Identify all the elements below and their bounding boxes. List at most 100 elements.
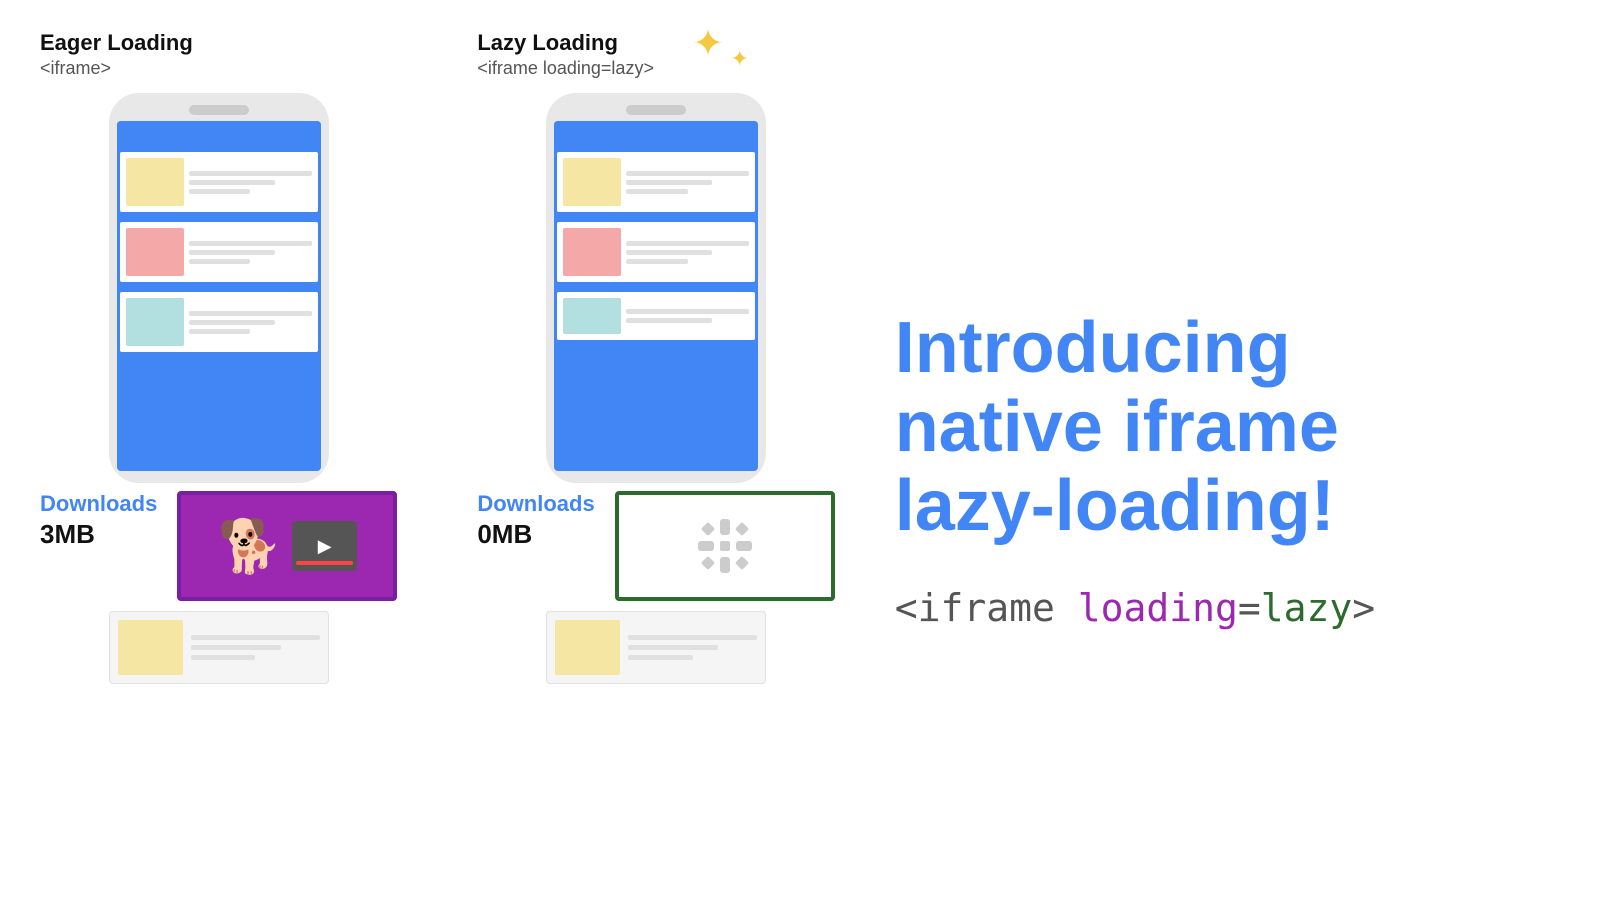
code-snippet: <iframe loading=lazy> xyxy=(895,586,1560,630)
card-1-image xyxy=(126,158,184,206)
lazy-subtitle: <iframe loading=lazy> xyxy=(477,58,654,79)
eager-phone xyxy=(109,93,329,483)
phone-notch-lazy xyxy=(626,105,686,115)
dog-icon: 🐕 xyxy=(217,516,282,577)
line3 xyxy=(628,655,693,660)
purple-content: 🐕 ▶ xyxy=(181,495,393,597)
eager-loading-column: Eager Loading <iframe> xyxy=(40,30,397,889)
line1 xyxy=(626,241,749,246)
lazy-phone xyxy=(546,93,766,483)
lazy-title: Lazy Loading xyxy=(477,30,654,56)
card-3-image xyxy=(126,298,184,346)
bottom-card-lines xyxy=(191,620,320,675)
eager-bottom-card xyxy=(109,611,329,684)
card-2 xyxy=(120,222,318,282)
card-3 xyxy=(120,292,318,352)
line3 xyxy=(191,655,256,660)
lazy-header: Lazy Loading <iframe loading=lazy> ✦ ✦ xyxy=(477,30,834,79)
lazy-card-1-image xyxy=(563,158,621,206)
lazy-downloads-info: Downloads 0MB xyxy=(477,491,594,550)
heading-line3: lazy-loading! xyxy=(895,467,1560,546)
lazy-downloads-section: Downloads 0MB xyxy=(477,491,834,601)
line3 xyxy=(626,189,688,194)
eager-phone-screen xyxy=(117,121,321,471)
eager-subtitle: <iframe> xyxy=(40,58,397,79)
separator-2 xyxy=(120,286,318,288)
line1 xyxy=(626,309,749,314)
eager-header: Eager Loading <iframe> xyxy=(40,30,397,79)
code-iframe-part: <iframe xyxy=(895,586,1078,630)
line3 xyxy=(189,259,251,264)
line2 xyxy=(626,250,712,255)
lazy-card-1-lines xyxy=(626,158,749,206)
eager-title: Eager Loading xyxy=(40,30,397,56)
line2 xyxy=(626,180,712,185)
bottom-card-image xyxy=(118,620,183,675)
lazy-title-group: Lazy Loading <iframe loading=lazy> xyxy=(477,30,654,79)
sparkle-large-icon: ✦ xyxy=(692,25,724,63)
code-loading-part: loading xyxy=(1078,586,1238,630)
line1 xyxy=(628,635,757,640)
card-1-lines xyxy=(189,158,312,206)
line1 xyxy=(189,311,312,316)
loading-spinner xyxy=(690,511,760,581)
lazy-bottom-cards xyxy=(546,611,766,684)
lazy-bottom-card-lines xyxy=(628,620,757,675)
line2 xyxy=(191,645,281,650)
line3 xyxy=(626,259,688,264)
separator-1 xyxy=(120,216,318,218)
card-3-lines xyxy=(189,298,312,346)
video-progress-bar xyxy=(296,561,353,565)
line1 xyxy=(189,241,312,246)
card-2-image xyxy=(126,228,184,276)
code-equals: = xyxy=(1238,586,1261,630)
lazy-card-3-image xyxy=(563,298,621,334)
lazy-card-2-image xyxy=(563,228,621,276)
lazy-card-2-lines xyxy=(626,228,749,276)
eager-downloads-label: Downloads xyxy=(40,491,157,517)
play-icon: ▶ xyxy=(318,536,332,557)
card-2-lines xyxy=(189,228,312,276)
lazy-bottom-card xyxy=(546,611,766,684)
main-container: Eager Loading <iframe> xyxy=(0,0,1600,919)
lazy-card-3-lines xyxy=(626,298,749,334)
lazy-bottom-card-image xyxy=(555,620,620,675)
lazy-card-2 xyxy=(557,222,755,282)
line2 xyxy=(628,645,718,650)
right-section: Introducing native iframe lazy-loading! … xyxy=(895,30,1560,889)
lazy-loading-column: Lazy Loading <iframe loading=lazy> ✦ ✦ xyxy=(477,30,834,889)
lazy-downloads-size: 0MB xyxy=(477,519,594,550)
lazy-separator-2 xyxy=(557,286,755,288)
intro-heading: Introducing native iframe lazy-loading! xyxy=(895,309,1560,547)
line1 xyxy=(191,635,320,640)
heading-line1: Introducing xyxy=(895,309,1560,388)
card-1 xyxy=(120,152,318,212)
line1 xyxy=(626,171,749,176)
line3 xyxy=(189,329,251,334)
lazy-card-3 xyxy=(557,292,755,340)
phone-notch xyxy=(189,105,249,115)
lazy-card-1 xyxy=(557,152,755,212)
eager-downloads-section: Downloads 3MB 🐕 ▶ xyxy=(40,491,397,601)
heading-line2: native iframe xyxy=(895,388,1560,467)
line1 xyxy=(189,171,312,176)
lazy-header-area: Lazy Loading <iframe loading=lazy> ✦ ✦ xyxy=(477,30,664,79)
line3 xyxy=(189,189,251,194)
eager-bottom-cards xyxy=(109,611,329,684)
eager-iframe-box: 🐕 ▶ xyxy=(177,491,397,601)
line2 xyxy=(626,318,712,323)
line2 xyxy=(189,320,275,325)
eager-downloads-size: 3MB xyxy=(40,519,157,550)
line2 xyxy=(189,250,275,255)
code-suffix: > xyxy=(1352,586,1375,630)
code-lazy-part: lazy xyxy=(1261,586,1353,630)
left-section: Eager Loading <iframe> xyxy=(40,30,835,889)
line2 xyxy=(189,180,275,185)
lazy-downloads-label: Downloads xyxy=(477,491,594,517)
lazy-iframe-box xyxy=(615,491,835,601)
eager-downloads-info: Downloads 3MB xyxy=(40,491,157,550)
screen-top-bar xyxy=(117,121,321,149)
screen-top-bar-lazy xyxy=(554,121,758,149)
video-player: ▶ xyxy=(292,521,357,571)
sparkle-small-icon: ✦ xyxy=(731,48,749,70)
